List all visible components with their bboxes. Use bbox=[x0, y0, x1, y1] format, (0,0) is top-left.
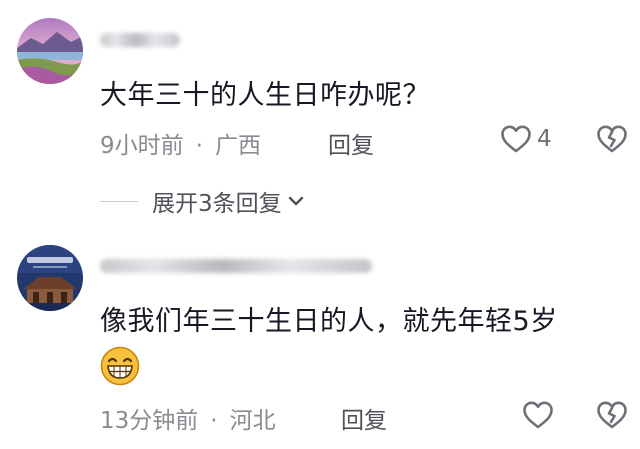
comment-location: 广西 bbox=[214, 133, 261, 159]
comment-meta: 13分钟前 · 河北 bbox=[100, 401, 276, 435]
broken-heart-icon bbox=[597, 401, 627, 429]
dislike-button[interactable] bbox=[596, 124, 628, 154]
heart-icon bbox=[523, 401, 553, 429]
like-button[interactable] bbox=[500, 124, 532, 154]
reply-button[interactable]: 回复 bbox=[341, 401, 387, 435]
comment-text: 大年三十的人生日咋办呢？ bbox=[100, 80, 430, 111]
grinning-face-emoji-icon bbox=[100, 346, 140, 386]
reply-button[interactable]: 回复 bbox=[328, 126, 374, 160]
avatar-image bbox=[17, 245, 83, 311]
avatar[interactable] bbox=[17, 245, 83, 311]
like-button[interactable] bbox=[522, 400, 554, 430]
expand-replies-button[interactable]: 展开3条回复 bbox=[100, 184, 304, 218]
meta-separator: · bbox=[210, 408, 218, 434]
avatar-image bbox=[17, 18, 83, 84]
like-count: 4 bbox=[537, 126, 552, 152]
comment-time: 13分钟前 bbox=[100, 408, 199, 434]
comment-text: 像我们年三十生日的人，就先年轻5岁 bbox=[100, 306, 558, 337]
avatar[interactable] bbox=[17, 18, 83, 84]
comment-time: 9小时前 bbox=[100, 133, 184, 159]
dislike-button[interactable] bbox=[596, 400, 628, 430]
comment-meta: 9小时前 · 广西 bbox=[100, 126, 261, 160]
username-blurred[interactable] bbox=[100, 259, 372, 273]
expand-replies-label: 展开3条回复 bbox=[152, 191, 282, 217]
chevron-down-icon bbox=[288, 195, 304, 207]
meta-separator: · bbox=[195, 133, 203, 159]
comment-location: 河北 bbox=[229, 408, 276, 434]
broken-heart-icon bbox=[597, 125, 627, 153]
expand-divider-line bbox=[100, 200, 138, 202]
username-blurred[interactable] bbox=[100, 33, 180, 47]
heart-icon bbox=[501, 125, 531, 153]
